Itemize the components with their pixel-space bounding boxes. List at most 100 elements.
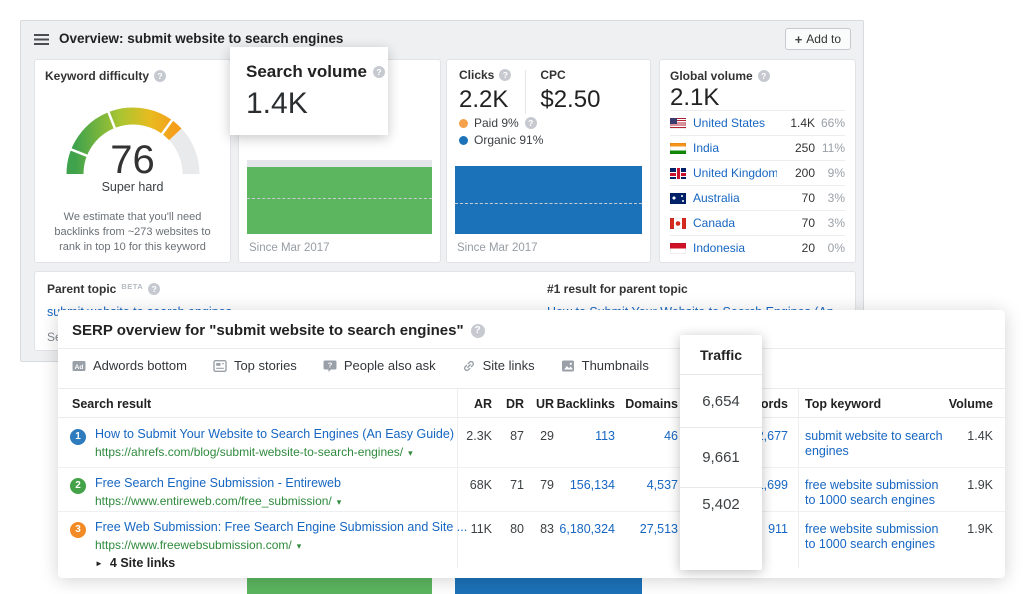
position-badge: 2: [70, 478, 86, 494]
domains-value[interactable]: 4,537: [647, 478, 678, 492]
help-icon[interactable]: [148, 283, 160, 295]
chart-bar: [247, 160, 432, 234]
traffic-value: 9,661: [680, 428, 762, 488]
keyword-difficulty-card: Keyword difficulty 76 Super hard We esti…: [34, 59, 231, 263]
plus-icon: [795, 32, 803, 47]
bar-main-segment: [247, 167, 432, 234]
top-keyword-link[interactable]: submit website to search engines: [805, 429, 947, 460]
traffic-value: 5,402: [680, 488, 762, 570]
backlinks-value[interactable]: 156,134: [570, 478, 615, 492]
legend-label: Paid 9%: [474, 116, 519, 130]
country-link[interactable]: Canada: [693, 216, 777, 230]
ur-value: 79: [540, 478, 554, 492]
result-url-link[interactable]: https://ahrefs.com/blog/submit-website-t…: [95, 445, 413, 459]
serp-overview-panel: SERP overview for "submit website to sea…: [58, 310, 1005, 578]
dr-value: 71: [510, 478, 524, 492]
difficulty-note: We estimate that you'll need backlinks f…: [35, 210, 230, 255]
dr-value: 87: [510, 429, 524, 443]
result-title-link[interactable]: How to Submit Your Website to Search Eng…: [95, 427, 454, 441]
traffic-popup: Traffic 6,6549,6615,402: [680, 335, 762, 570]
image-icon: [561, 359, 575, 373]
country-link[interactable]: Australia: [693, 191, 777, 205]
keyword-overview-page: Overview: submit website to search engin…: [0, 0, 1024, 594]
menu-icon[interactable]: [34, 34, 49, 45]
legend-dot-icon: [459, 136, 468, 145]
serp-result-row: 2 Free Search Engine Submission - Entirew…: [58, 467, 1005, 511]
clicks-card: Clicks 2.2K CPC $2.50 Paid 9%Organic 91%…: [446, 59, 651, 263]
link-icon: [462, 359, 476, 373]
help-icon[interactable]: [373, 66, 385, 78]
url-dropdown-icon[interactable]: [408, 448, 413, 458]
flag-icon-ca: [670, 218, 686, 229]
help-icon[interactable]: [758, 70, 770, 82]
country-link[interactable]: Indonesia: [693, 241, 777, 255]
country-row: United States1.4K66%: [670, 110, 845, 135]
ar-value: 11K: [471, 522, 492, 536]
chip-label: People also ask: [344, 358, 436, 373]
country-row: India25011%: [670, 135, 845, 160]
chip-adwords-bottom[interactable]: AdAdwords bottom: [72, 358, 187, 373]
clicks-value: 2.2K: [459, 86, 511, 114]
chip-label: Adwords bottom: [93, 358, 187, 373]
col-backlinks: Backlinks: [557, 397, 615, 411]
chip-site-links[interactable]: Site links: [462, 358, 535, 373]
chart-bar: [455, 160, 642, 234]
site-links-expander[interactable]: 4 Site links: [95, 556, 175, 570]
keywords-value[interactable]: 911: [768, 522, 788, 536]
domains-value[interactable]: 46: [664, 429, 678, 443]
result-title-link[interactable]: Free Search Engine Submission - Entirewe…: [95, 476, 341, 490]
backlinks-value[interactable]: 6,180,324: [559, 522, 615, 536]
country-volume: 1.4K: [777, 116, 815, 130]
add-to-button[interactable]: Add to: [785, 28, 851, 50]
chip-thumbnails[interactable]: Thumbnails: [561, 358, 649, 373]
help-icon[interactable]: [525, 117, 537, 129]
serp-results: 1How to Submit Your Website to Search En…: [58, 419, 1005, 569]
url-dropdown-icon[interactable]: [337, 497, 342, 507]
country-percent: 66%: [815, 116, 845, 130]
clicks-metric: Clicks 2.2K: [459, 68, 511, 114]
chip-label: Thumbnails: [582, 358, 649, 373]
bar-cap-segment: [247, 160, 432, 167]
result-url-link[interactable]: https://www.freewebsubmission.com/: [95, 538, 301, 552]
clicks-legend: Paid 9%Organic 91%: [459, 116, 543, 150]
country-link[interactable]: United States: [693, 116, 777, 130]
chip-top-stories[interactable]: Top stories: [213, 358, 297, 373]
beta-badge: BETA: [121, 282, 143, 291]
chip-people-also-ask[interactable]: ?People also ask: [323, 358, 436, 373]
help-icon[interactable]: [499, 69, 511, 81]
backlinks-value[interactable]: 113: [595, 429, 615, 443]
cpc-value: $2.50: [540, 86, 600, 114]
result-title-link[interactable]: Free Web Submission: Free Search Engine …: [95, 520, 467, 534]
domains-value[interactable]: 27,513: [640, 522, 678, 536]
country-percent: 9%: [815, 166, 845, 180]
difficulty-value: 76: [35, 138, 230, 183]
help-icon[interactable]: [154, 70, 166, 82]
country-volume: 20: [777, 241, 815, 255]
country-percent: 11%: [815, 141, 845, 155]
country-row: Indonesia200%: [670, 235, 845, 260]
help-icon[interactable]: [471, 324, 485, 338]
search-volume-chart-caption: Since Mar 2017: [249, 242, 330, 254]
global-volume-value: 2.1K: [670, 84, 719, 112]
col-domains: Domains: [625, 397, 678, 411]
clicks-label: Clicks: [459, 68, 494, 82]
global-volume-card: Global volume 2.1K United States1.4K66%I…: [659, 59, 856, 263]
url-dropdown-icon[interactable]: [297, 541, 302, 551]
chip-label: Top stories: [234, 358, 297, 373]
bar-main-segment: [455, 166, 642, 234]
average-trend-line: [455, 203, 642, 204]
country-link[interactable]: India: [693, 141, 777, 155]
clicks-chart-caption: Since Mar 2017: [457, 242, 538, 254]
result-url-link[interactable]: https://www.entireweb.com/free_submissio…: [95, 494, 341, 508]
top-keyword-link[interactable]: free website submission to 1000 search e…: [805, 478, 947, 509]
search-volume-chart: [247, 160, 432, 234]
col-volume: Volume: [949, 397, 993, 411]
country-link[interactable]: United Kingdom: [693, 166, 777, 180]
dr-value: 80: [510, 522, 524, 536]
top-keyword-link[interactable]: free website submission to 1000 search e…: [805, 522, 947, 553]
add-to-label: Add to: [806, 32, 841, 46]
search-volume-popup: Search volume 1.4K: [230, 47, 388, 135]
parent-topic-label: Parent topic BETA: [47, 282, 232, 296]
keyword-difficulty-label: Keyword difficulty: [45, 69, 166, 83]
country-volume: 70: [777, 191, 815, 205]
